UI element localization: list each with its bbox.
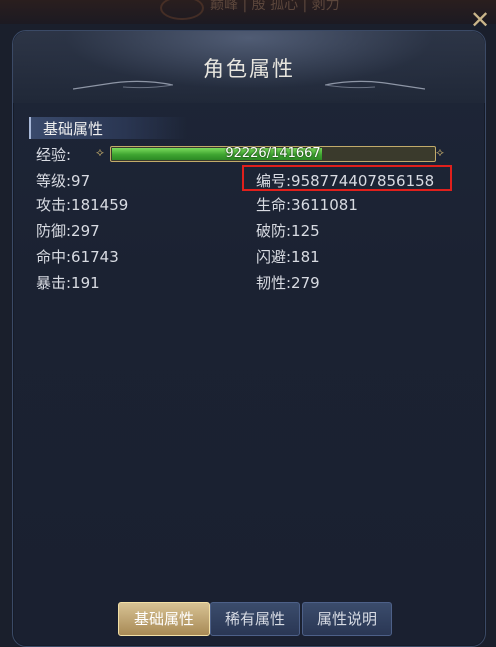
exp-progress-bar: 92226/141667 bbox=[110, 146, 436, 162]
section-label: 基础属性 bbox=[43, 120, 104, 138]
panel-header: 角色属性 bbox=[13, 31, 485, 103]
stat-hp: 生命:3611081 bbox=[256, 196, 358, 214]
stat-toughness: 韧性:279 bbox=[256, 274, 320, 292]
exp-bar-right-cap-icon: ⟡ bbox=[436, 145, 444, 159]
attribute-panel: 角色属性 基础属性 bbox=[12, 30, 486, 647]
stat-crit: 暴击:191 bbox=[36, 274, 100, 292]
stat-defense: 防御:297 bbox=[36, 222, 100, 240]
exp-bar-left-cap-icon: ⟡ bbox=[96, 145, 104, 159]
id-highlight-box bbox=[242, 165, 452, 191]
ornament-icon bbox=[160, 0, 204, 20]
background-title: 巅峰 | 殷 孤心 | 剥力 bbox=[210, 0, 340, 13]
stat-attack: 攻击:181459 bbox=[36, 196, 129, 214]
exp-label: 经验: bbox=[36, 146, 72, 164]
stat-dodge: 闪避:181 bbox=[256, 248, 320, 266]
section-header-basic: 基础属性 bbox=[29, 117, 187, 139]
tab-rare-attributes[interactable]: 稀有属性 bbox=[210, 602, 300, 636]
stat-armor-break: 破防:125 bbox=[256, 222, 320, 240]
stat-level: 等级:97 bbox=[36, 172, 91, 190]
stat-hit: 命中:61743 bbox=[36, 248, 119, 266]
exp-progress-text: 92226/141667 bbox=[225, 146, 321, 161]
left-wing-ornament-icon bbox=[73, 80, 173, 90]
tab-basic-attributes[interactable]: 基础属性 bbox=[118, 602, 210, 636]
right-wing-ornament-icon bbox=[325, 80, 425, 90]
tab-attribute-description[interactable]: 属性说明 bbox=[302, 602, 392, 636]
top-strip: 巅峰 | 殷 孤心 | 剥力 bbox=[0, 0, 496, 24]
